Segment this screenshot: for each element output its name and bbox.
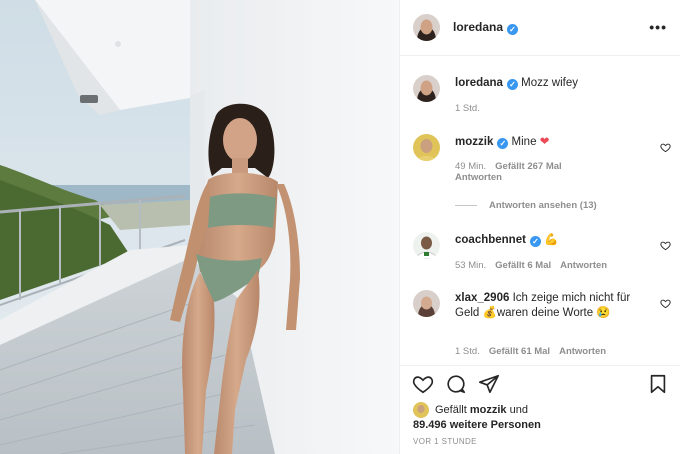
share-icon[interactable] bbox=[478, 373, 500, 395]
caption-avatar[interactable] bbox=[413, 75, 440, 102]
bookmark-icon[interactable] bbox=[647, 373, 669, 395]
likes-others-count[interactable]: 89.496 weitere Personen bbox=[413, 419, 541, 431]
reply-button[interactable]: Antworten bbox=[560, 260, 607, 271]
post-header: loredana ✓ ••• bbox=[400, 0, 680, 56]
author-username[interactable]: loredana ✓ bbox=[453, 20, 519, 35]
comment-likes[interactable]: Gefällt 6 Mal bbox=[495, 260, 551, 271]
comment-likes[interactable]: Gefällt 61 Mal bbox=[489, 346, 550, 357]
comment-text: xlax_2906 Ich zeige mich nicht für Geld … bbox=[455, 291, 645, 321]
reply-button[interactable]: Antworten bbox=[559, 346, 606, 357]
reply-button[interactable]: Antworten bbox=[455, 172, 502, 183]
post-photo[interactable] bbox=[0, 0, 399, 454]
comment-meta: 49 Min. Gefällt 267 Mal Antworten bbox=[455, 161, 571, 183]
like-comment-heart-icon[interactable] bbox=[660, 142, 671, 153]
like-comment-heart-icon[interactable] bbox=[660, 240, 671, 251]
flexed-biceps-emoji: 💪 bbox=[544, 234, 559, 246]
comment-likes[interactable]: Gefällt 267 Mal bbox=[495, 161, 562, 172]
caption-time: 1 Std. bbox=[455, 103, 480, 114]
caption-meta: 1 Std. bbox=[455, 103, 489, 114]
post-actions: Gefällt mozzik und 89.496 weitere Person… bbox=[400, 365, 680, 454]
caption-content: Mozz wifey bbox=[521, 77, 579, 89]
comment-time: 53 Min. bbox=[455, 260, 487, 271]
post-timestamp[interactable]: VOR 1 STUNDE bbox=[413, 437, 477, 446]
verified-badge-icon: ✓ bbox=[529, 236, 541, 247]
liker-avatar[interactable] bbox=[413, 402, 429, 418]
verified-badge-icon: ✓ bbox=[507, 24, 519, 35]
comment-time: 1 Std. bbox=[455, 346, 480, 357]
liker-username[interactable]: mozzik bbox=[470, 403, 507, 418]
replies-divider bbox=[455, 205, 477, 206]
post-sidebar: loredana ✓ ••• loredana ✓ Mozz wifey 1 Std… bbox=[399, 0, 680, 454]
comment-text: coachbennet ✓ 💪 bbox=[455, 233, 645, 248]
commenter-username[interactable]: mozzik bbox=[455, 136, 493, 148]
heart-icon[interactable] bbox=[412, 373, 434, 395]
comments-section: loredana ✓ Mozz wifey 1 Std. mozzik ✓ Mine… bbox=[400, 57, 680, 365]
caption-username[interactable]: loredana bbox=[455, 77, 503, 89]
author-avatar[interactable] bbox=[413, 14, 440, 41]
commenter-avatar[interactable] bbox=[413, 232, 440, 259]
comment-icon[interactable] bbox=[445, 373, 467, 395]
comment-meta: 53 Min. Gefällt 6 Mal Antworten bbox=[455, 260, 616, 271]
caption-text: loredana ✓ Mozz wifey bbox=[455, 76, 645, 91]
likes-prefix: Gefällt bbox=[435, 403, 467, 416]
comment-time: 49 Min. bbox=[455, 161, 487, 172]
crying-face-emoji: 😢 bbox=[596, 307, 611, 319]
commenter-username[interactable]: xlax_2906 bbox=[455, 292, 509, 304]
commenter-avatar[interactable] bbox=[413, 290, 440, 317]
comment-text: mozzik ✓ Mine ❤ bbox=[455, 135, 645, 150]
comment-content-continued: waren deine Worte bbox=[496, 307, 594, 319]
comment-meta: 1 Std. Gefällt 61 Mal Antworten bbox=[455, 346, 615, 357]
likes-connector: und bbox=[509, 403, 528, 416]
likes-summary: Gefällt mozzik und 89.496 weitere Person… bbox=[413, 402, 541, 433]
view-replies-label: Antworten ansehen (13) bbox=[489, 200, 597, 211]
post-image bbox=[0, 0, 399, 454]
commenter-avatar[interactable] bbox=[413, 134, 440, 161]
view-replies-button[interactable]: Antworten ansehen (13) bbox=[455, 200, 597, 211]
more-horizontal-icon[interactable]: ••• bbox=[649, 19, 667, 35]
commenter-username[interactable]: coachbennet bbox=[455, 234, 526, 246]
verified-badge-icon: ✓ bbox=[497, 138, 509, 149]
comment-content: Mine bbox=[511, 136, 537, 148]
money-bag-emoji: 💰 bbox=[482, 307, 497, 319]
verified-badge-icon: ✓ bbox=[506, 79, 518, 90]
red-heart-emoji: ❤ bbox=[539, 136, 550, 148]
instagram-post-view: loredana ✓ ••• loredana ✓ Mozz wifey 1 Std… bbox=[0, 0, 680, 454]
like-comment-heart-icon[interactable] bbox=[660, 298, 671, 309]
